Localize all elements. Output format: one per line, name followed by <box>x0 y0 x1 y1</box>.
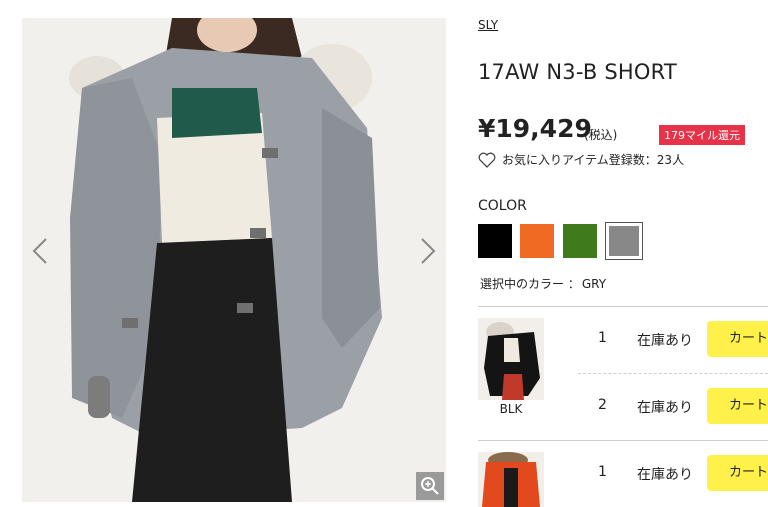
color-swatch-gray[interactable] <box>605 222 643 260</box>
variant-color-label: BLK <box>499 402 523 416</box>
variant-thumbnail-blk[interactable] <box>478 318 544 400</box>
add-to-cart-button[interactable]: カート <box>707 321 768 357</box>
zoom-button[interactable] <box>416 472 444 500</box>
tax-note: (税込) <box>584 128 618 142</box>
size-number: 1 <box>598 464 607 480</box>
variant-photo <box>478 318 544 400</box>
color-swatch-orange[interactable] <box>520 224 554 258</box>
size-number: 1 <box>598 330 607 346</box>
product-title: 17AW N3-B SHORT <box>478 60 677 84</box>
product-image[interactable] <box>22 18 446 502</box>
selected-color-value: GRY <box>581 277 607 291</box>
row-divider <box>578 373 768 374</box>
divider <box>478 306 768 307</box>
add-to-cart-button[interactable]: カート <box>707 388 768 424</box>
color-swatch-green[interactable] <box>563 224 597 258</box>
mile-badge: 179マイル還元 <box>659 125 745 145</box>
divider <box>478 440 768 441</box>
favorite-count[interactable]: お気に入りアイテム登録数：23人 <box>478 151 684 168</box>
chevron-left-icon[interactable] <box>30 236 50 266</box>
variant-photo <box>478 452 544 507</box>
selected-color: 選択中のカラー ： GRY <box>478 275 606 292</box>
color-heading: COLOR <box>478 198 527 214</box>
stock-status: 在庫あり <box>637 467 693 483</box>
stock-status: 在庫あり <box>637 333 693 349</box>
heart-icon[interactable] <box>478 152 496 168</box>
variant-thumbnail-orange[interactable] <box>478 452 544 507</box>
price: ¥19,429 <box>478 114 592 143</box>
color-swatch-black[interactable] <box>478 224 512 258</box>
favorite-text: お気に入りアイテム登録数：23人 <box>502 153 685 167</box>
chevron-right-icon[interactable] <box>418 236 438 266</box>
add-to-cart-button[interactable]: カート <box>707 455 768 491</box>
selected-color-label: 選択中のカラー ： <box>480 277 580 291</box>
brand-link[interactable]: SLY <box>478 18 498 32</box>
model-jacket-photo <box>22 18 446 502</box>
size-number: 2 <box>598 397 607 413</box>
zoom-icon <box>421 477 439 495</box>
stock-status: 在庫あり <box>637 400 693 416</box>
